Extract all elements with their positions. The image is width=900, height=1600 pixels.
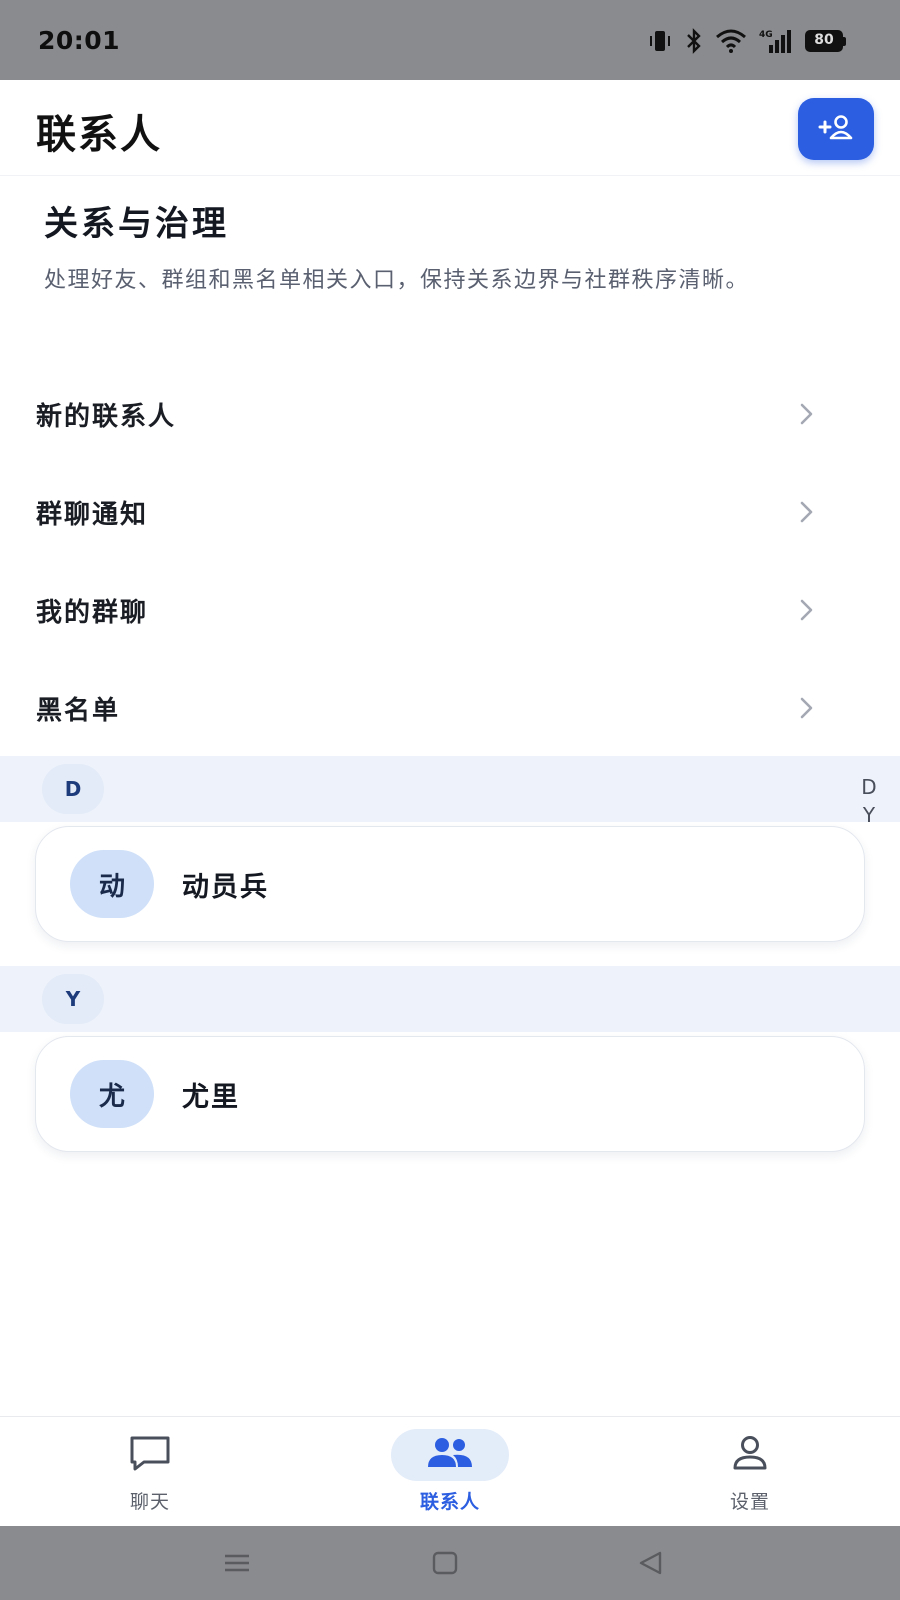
add-contact-icon	[816, 112, 856, 146]
menu-item-new-contacts[interactable]: 新的联系人	[0, 365, 900, 463]
status-time: 20:01	[38, 26, 121, 55]
tab-label: 设置	[729, 1491, 770, 1513]
add-contact-button[interactable]	[798, 98, 874, 160]
tab-label: 聊天	[129, 1491, 170, 1513]
person-icon	[730, 1434, 770, 1476]
menu-item-label: 群聊通知	[36, 499, 149, 530]
chevron-right-icon	[798, 401, 816, 427]
menu-item-label: 新的联系人	[36, 401, 177, 432]
index-letter[interactable]: Y	[863, 802, 875, 828]
tab-label: 联系人	[419, 1491, 480, 1513]
chat-bubble-icon	[127, 1433, 173, 1477]
letter-header-d: D	[0, 756, 900, 822]
letter-header-y: Y	[0, 966, 900, 1032]
page-title: 联系人	[36, 112, 162, 158]
index-letter[interactable]: D	[861, 774, 876, 800]
menu-item-group-notifications[interactable]: 群聊通知	[0, 463, 900, 561]
contacts-icon	[426, 1436, 474, 1474]
vibrate-icon	[647, 28, 673, 54]
letter-chip: D	[42, 764, 104, 814]
app-header: 联系人	[0, 80, 900, 176]
contact-card[interactable]: 尤 尤里	[35, 1036, 865, 1152]
avatar: 动	[70, 850, 154, 918]
tab-contacts[interactable]: 联系人	[380, 1429, 520, 1521]
menu-item-my-groups[interactable]: 我的群聊	[0, 561, 900, 659]
tab-chat[interactable]: 聊天	[80, 1429, 220, 1521]
section-description: 处理好友、群组和黑名单相关入口，保持关系边界与社群秩序清晰。	[44, 268, 750, 293]
section-title: 关系与治理	[44, 204, 229, 244]
signal-4g-icon: 4G	[759, 27, 793, 55]
status-icons: 4G 80	[647, 26, 846, 56]
battery-icon: 80	[805, 30, 846, 52]
menu-item-blacklist[interactable]: 黑名单	[0, 659, 900, 757]
wifi-icon	[715, 28, 747, 54]
battery-level: 80	[805, 30, 843, 52]
menu-item-label: 我的群聊	[36, 597, 149, 628]
contact-card[interactable]: 动 动员兵	[35, 826, 865, 942]
menu-icon[interactable]	[222, 1548, 252, 1582]
bottom-nav: 聊天 联系人 设置	[0, 1416, 900, 1526]
status-bar: 20:01 4G 80	[0, 0, 900, 80]
contact-name: 动员兵	[182, 871, 269, 903]
letter-chip: Y	[42, 974, 104, 1024]
back-icon[interactable]	[636, 1548, 666, 1582]
contact-name: 尤里	[182, 1081, 240, 1113]
bluetooth-icon	[685, 28, 703, 54]
chevron-right-icon	[798, 695, 816, 721]
chevron-right-icon	[798, 499, 816, 525]
system-nav-bar	[0, 1526, 900, 1600]
avatar: 尤	[70, 1060, 154, 1128]
tab-settings[interactable]: 设置	[680, 1429, 820, 1521]
governance-menu: 新的联系人 群聊通知 我的群聊 黑名单	[0, 365, 900, 757]
alphabet-index[interactable]: D Y	[856, 774, 882, 828]
svg-text:4G: 4G	[759, 30, 773, 40]
home-icon[interactable]	[430, 1548, 460, 1582]
menu-item-label: 黑名单	[36, 695, 121, 726]
chevron-right-icon	[798, 597, 816, 623]
